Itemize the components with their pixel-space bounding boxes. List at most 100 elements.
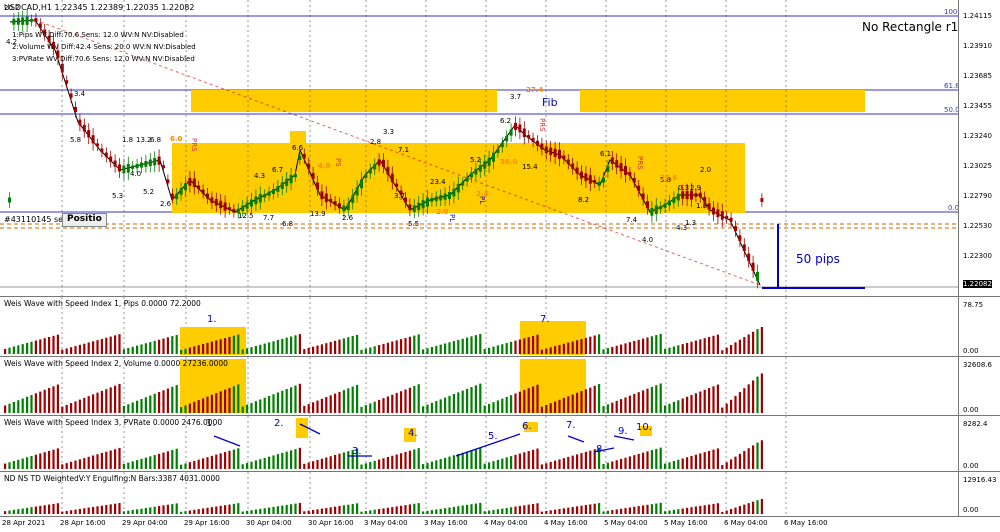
histogram-bar [681, 398, 684, 413]
histogram-bar [589, 504, 592, 514]
indicator-pane-4[interactable]: ND NS TD WeightedV:Y Engulfing:N Bars:33… [0, 472, 958, 516]
histogram-bar [716, 384, 719, 413]
histogram-bar [197, 345, 200, 354]
histogram-bar [532, 386, 535, 413]
pips-label: 50 pips [796, 252, 840, 266]
histogram-bar [730, 509, 733, 514]
histogram-bar [347, 451, 350, 469]
histogram-bar [228, 336, 231, 354]
histogram-bar [127, 404, 130, 413]
histogram-bar [364, 511, 367, 514]
histogram-bar [342, 338, 345, 354]
candle-body [756, 271, 759, 281]
histogram-bar [470, 336, 473, 354]
histogram-bar [303, 405, 306, 413]
histogram-bar [263, 508, 266, 514]
indicator-pane-3[interactable]: Weis Wave with Speed Index 3, PVRate 0.0… [0, 416, 958, 471]
histogram-bar [43, 389, 46, 413]
order-label[interactable]: #43110145 sel [4, 215, 65, 224]
histogram-bar [439, 459, 442, 469]
position-button[interactable]: Positio [62, 213, 107, 227]
histogram-bar [373, 346, 376, 354]
wave-callout: 5. [488, 431, 498, 442]
histogram-bar [598, 334, 601, 354]
time-label: 3 May 04:00 [364, 519, 408, 527]
histogram-bar [470, 504, 473, 514]
histogram-bar [466, 451, 469, 469]
histogram-bar [554, 509, 557, 514]
histogram-bar [334, 393, 337, 413]
histogram-bar [624, 508, 627, 514]
histogram-bar [171, 450, 174, 469]
candle-body [672, 197, 676, 203]
candle-body [580, 171, 583, 179]
histogram-bar [716, 503, 719, 514]
price-axis[interactable]: 1.24115 1.23910 1.23685 1.23455 1.23240 1.230… [958, 0, 1000, 296]
time-label: 6 May 16:00 [784, 519, 828, 527]
candle-body [162, 165, 165, 169]
histogram-bar [118, 447, 121, 469]
histogram-bar [426, 510, 429, 514]
histogram-bar [21, 344, 24, 354]
histogram-bar [378, 459, 381, 469]
histogram-bar [52, 335, 55, 354]
wave-callout: 6. [522, 421, 532, 432]
histogram-bar [87, 396, 90, 413]
histogram-bar [360, 349, 363, 354]
histogram-bar [224, 505, 227, 514]
histogram-bar [312, 346, 315, 354]
candle-body [588, 175, 592, 184]
histogram-bar [246, 462, 249, 469]
histogram-bar [545, 348, 548, 354]
histogram-bar [615, 509, 618, 514]
histogram-bar [96, 340, 99, 354]
candle-body [566, 159, 570, 165]
histogram-bar [760, 440, 763, 469]
histogram-bar [725, 462, 728, 469]
histogram-bar [114, 449, 117, 469]
histogram-bar [114, 335, 117, 354]
histogram-bar [606, 510, 609, 514]
histogram-bar [144, 397, 147, 413]
histogram-bar [400, 391, 403, 413]
histogram-bar [650, 504, 653, 514]
histogram-bar [109, 504, 112, 514]
histogram-bar [312, 402, 315, 413]
indicator-pane-1[interactable]: Weis Wave with Speed Index 1, Pips 0.000… [0, 297, 958, 356]
histogram-bar [351, 504, 354, 514]
wave-label: 6.8 [282, 220, 294, 228]
candle-body [166, 179, 170, 184]
histogram-bar [452, 455, 455, 469]
histogram-bar [307, 347, 310, 354]
histogram-bar [668, 510, 671, 514]
histogram-bar [259, 508, 262, 514]
histogram-bar [510, 341, 513, 354]
candle-body [615, 160, 619, 168]
candle-body [544, 146, 548, 154]
candle-body [637, 185, 641, 192]
candle-body [553, 148, 557, 157]
histogram-bar [738, 453, 741, 469]
histogram-bar [492, 402, 495, 413]
histogram-bar [747, 503, 750, 514]
histogram-bar [580, 339, 583, 354]
histogram-bar [518, 505, 521, 514]
histogram-bar [30, 507, 33, 514]
main-chart-pane[interactable]: USDCAD,H1 1.22345 1.22389 1.22035 1.2208… [0, 0, 958, 296]
histogram-bar [430, 347, 433, 354]
histogram-bar [356, 503, 359, 514]
indicator-pane-2[interactable]: Weis Wave with Speed Index 2, Volume 0.0… [0, 357, 958, 415]
histogram-bar [514, 454, 517, 469]
histogram-bar [193, 460, 196, 469]
time-label: 4 May 16:00 [544, 519, 588, 527]
histogram-bar [672, 346, 675, 354]
candle-body [140, 162, 143, 168]
histogram-bar [527, 337, 530, 354]
histogram-bar [364, 348, 367, 354]
histogram-bar [747, 448, 750, 469]
time-axis[interactable]: 28 Apr 2021 28 Apr 16:00 29 Apr 04:00 29 Ap… [0, 516, 1000, 532]
histogram-bar [232, 335, 235, 354]
histogram-bar [404, 451, 407, 469]
histogram-bar [540, 464, 543, 469]
histogram-bar [347, 337, 350, 354]
